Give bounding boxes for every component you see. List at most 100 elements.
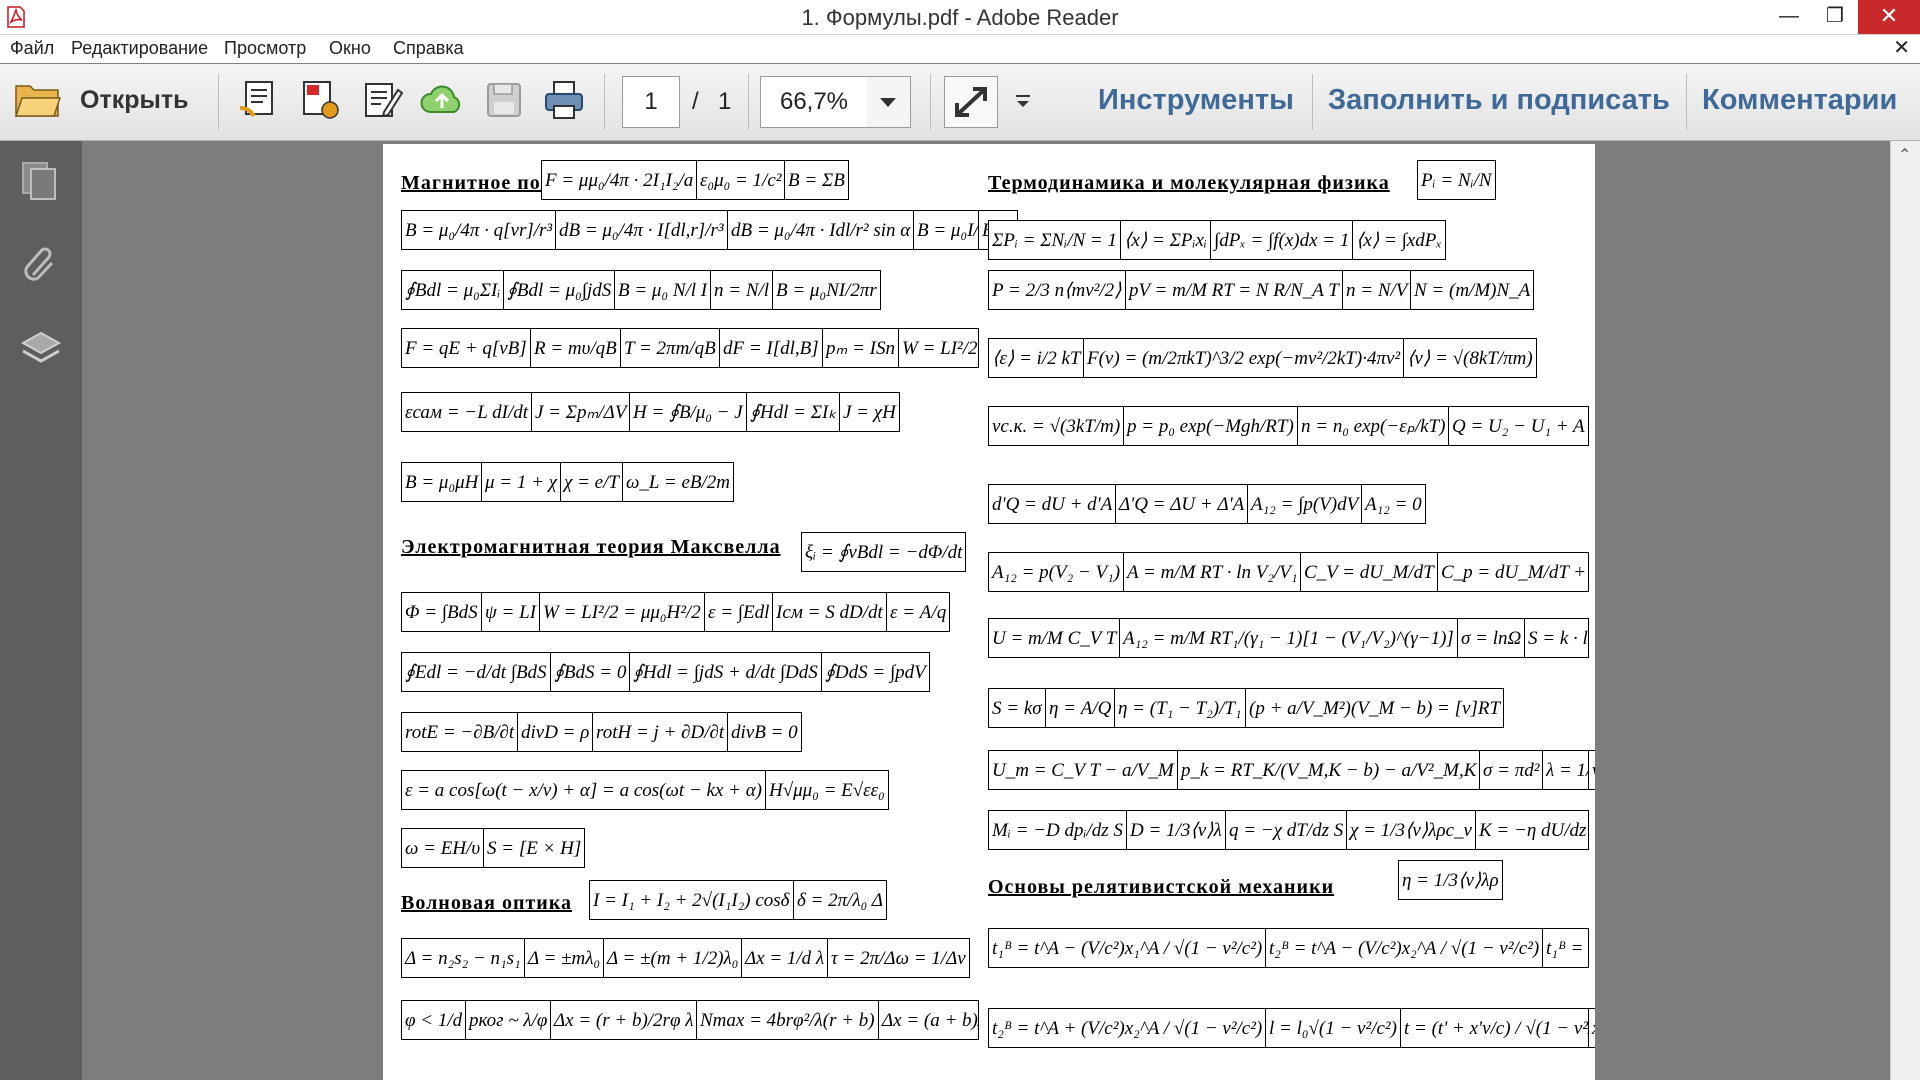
formula-box: U_m = C_V T − a/V_M: [988, 750, 1178, 790]
open-button-label: Открыть: [80, 86, 189, 114]
formula-box: F = qE + q[vB]: [401, 328, 531, 368]
formula-box: S = k · lnΩ: [1524, 618, 1589, 658]
formula-box: A₁₂ = p(V₂ − V₁): [988, 552, 1125, 592]
close-window-button[interactable]: ✕: [1858, 0, 1920, 34]
formula-box: K = −η dU/dz S: [1475, 810, 1589, 850]
formula-box: A₁₂ = m/M RT₁/(γ₁ − 1)[1 − (V₁/V₂)^(γ−1)…: [1119, 618, 1458, 658]
toolbar-options-icon[interactable]: [1010, 88, 1036, 114]
formula-box: A₁₂ = 0: [1361, 484, 1426, 524]
formula-box: Iсм = S dD/dt: [772, 592, 887, 632]
formula-box: λ = 1/√2σn: [1542, 750, 1589, 790]
formula-box: l = l₀√(1 − v²/c²): [1265, 1008, 1401, 1048]
formula-box: B = μ₀I/2πa: [913, 210, 979, 250]
formula-box: ε = a cos[ω(t − x/v) + α] = a cos(ωt − k…: [401, 770, 767, 810]
formula-box: Q = U₂ − U₁ + A: [1448, 406, 1589, 446]
maximize-button[interactable]: ❐: [1812, 0, 1858, 34]
section-thermodynamics: Термодинамика и молекулярная физика: [988, 172, 1390, 194]
formula-box: t₁ᴮ = t^A + (V/c²)x₁^A / √(1 − v²/c²): [1542, 928, 1589, 968]
formula-box: J = Σpₘ/ΔV: [531, 392, 631, 432]
formula-box: D = 1/3⟨v⟩λ: [1126, 810, 1226, 850]
page-thumbnails-icon[interactable]: [19, 159, 63, 203]
zoom-dropdown-button[interactable]: [866, 76, 911, 128]
formula-box: S = kσ: [988, 688, 1046, 728]
print-icon[interactable]: [542, 78, 586, 122]
formula-box: ⟨x⟩ = ∫xdPₓ: [1352, 220, 1446, 260]
page-separator: /: [692, 88, 699, 115]
formula-box: η = 1/3⟨v⟩λρ: [1398, 860, 1503, 900]
menu-window[interactable]: Окно: [329, 38, 371, 59]
formula-box: t₂ᴮ = t^A − (V/c²)x₂^A / √(1 − v²/c²): [1265, 928, 1544, 968]
formula-box: ∮DdS = ∫pdV: [821, 652, 930, 692]
menu-bar: Файл Редактирование Просмотр Окно Справк…: [0, 35, 1920, 63]
comments-pane-link[interactable]: Комментарии: [1702, 84, 1897, 117]
formula-box: n = n₀ exp(−εₚ/kT): [1297, 406, 1450, 446]
menu-edit[interactable]: Редактирование: [71, 38, 208, 59]
formula-box: ε = ∫Edl: [704, 592, 774, 632]
formula-box: ε₀μ₀ = 1/c²: [696, 160, 786, 200]
toolbar-separator: [218, 74, 219, 130]
formula-box: ∫dPₓ = ∫f(x)dx = 1: [1210, 220, 1354, 260]
formula-box: W = LI²/2 = μμ₀H²/2: [539, 592, 705, 632]
folder-icon: [14, 85, 62, 117]
page-number-input[interactable]: 1: [622, 76, 680, 128]
section-magnetic-field: Магнитное поле: [401, 172, 563, 194]
close-document-button[interactable]: ✕: [1893, 35, 1910, 60]
formula-box: Δx = (a + b)/2a(n − 1)υ λ: [878, 1000, 979, 1040]
formula-box: ω_L = eB/2m: [622, 462, 734, 502]
save-icon[interactable]: [482, 78, 526, 122]
formula-box: q = −χ dT/dz S: [1225, 810, 1348, 850]
full-screen-button[interactable]: [944, 76, 998, 128]
toolbar-separator: [748, 74, 749, 130]
formula-box: ∮Hdl = ∫jdS + d/dt ∫DdS: [629, 652, 822, 692]
fill-sign-pane-link[interactable]: Заполнить и подписать: [1328, 84, 1670, 117]
formula-box: Δ = ±(m + 1/2)λ₀: [603, 938, 743, 978]
formula-box: χ = 1/3⟨v⟩λρc_v: [1346, 810, 1476, 850]
zoom-input[interactable]: 66,7%: [760, 76, 868, 128]
formula-box: pког ~ λ/φ: [465, 1000, 552, 1040]
formula-box: A = m/M RT · ln V₂/V₁: [1123, 552, 1302, 592]
formula-box: Δ = n₂s₂ − n₁s₁: [401, 938, 525, 978]
edit-form-icon[interactable]: [360, 78, 404, 122]
cloud-upload-icon[interactable]: [420, 78, 464, 122]
formula-box: divD = ρ: [517, 712, 594, 752]
formula-box: η = (T₁ − T₂)/T₁: [1114, 688, 1246, 728]
formula-box: T = 2πm/qB: [620, 328, 720, 368]
pdf-page: Магнитное поле Термодинамика и молекуляр…: [383, 144, 1595, 1080]
export-pdf-icon[interactable]: [298, 78, 342, 122]
formula-box: C_p = dU_M/dT + p dV_M/dT: [1437, 552, 1589, 592]
formula-box: d'Q = dU + d'A: [988, 484, 1117, 524]
formula-box: rotH = j + ∂D/∂t: [592, 712, 729, 752]
formula-box: ∮Bdl = μ₀∫jdS: [503, 270, 616, 310]
formula-box: Mᵢ = −D dpᵢ/dz S: [988, 810, 1127, 850]
scroll-up-arrow-icon[interactable]: ⌃: [1898, 145, 1911, 165]
layers-icon[interactable]: [19, 327, 63, 371]
open-button[interactable]: Открыть: [10, 72, 200, 128]
formula-box: ∮Edl = −d/dt ∫BdS: [401, 652, 551, 692]
formula-box: x = (t' − vt) / √(1 − v²/c²): [1588, 1008, 1595, 1048]
page-total: 1: [718, 88, 732, 115]
formula-box: εсам = −L dI/dt: [401, 392, 533, 432]
vertical-scrollbar[interactable]: ⌃: [1890, 141, 1920, 1080]
formula-box: t₂ᴮ = t^A + (V/c²)x₂^A / √(1 − v²/c²): [988, 1008, 1267, 1048]
formula-box: χ = e/T: [560, 462, 623, 502]
title-bar: 1. Формулы.pdf - Adobe Reader — ❐ ✕: [0, 0, 1920, 35]
formula-box: I = I₁ + I₂ + 2√(I₁I₂) cosδ: [589, 880, 794, 920]
toolbar-separator: [1686, 74, 1687, 130]
formula-box: pₘ = ISn: [822, 328, 899, 368]
formula-box: divB = 0: [727, 712, 802, 752]
formula-box: η = A/Q: [1045, 688, 1116, 728]
menu-view[interactable]: Просмотр: [224, 38, 306, 59]
create-pdf-icon[interactable]: [236, 78, 280, 122]
formula-box: ∮Bdl = μ₀ΣIᵢ: [401, 270, 505, 310]
formula-box: ε = A/q: [886, 592, 951, 632]
formula-box: dF = I[dl,B]: [719, 328, 823, 368]
toolbar-separator: [1312, 74, 1313, 130]
minimize-button[interactable]: —: [1766, 0, 1812, 34]
menu-help[interactable]: Справка: [393, 38, 464, 59]
navigation-panel: [0, 141, 82, 1080]
formula-box: R = mυ/qB: [530, 328, 621, 368]
menu-file[interactable]: Файл: [10, 38, 54, 59]
attachments-icon[interactable]: [19, 241, 63, 285]
tools-pane-link[interactable]: Инструменты: [1098, 84, 1294, 117]
formula-box: U = m/M C_V T: [988, 618, 1121, 658]
